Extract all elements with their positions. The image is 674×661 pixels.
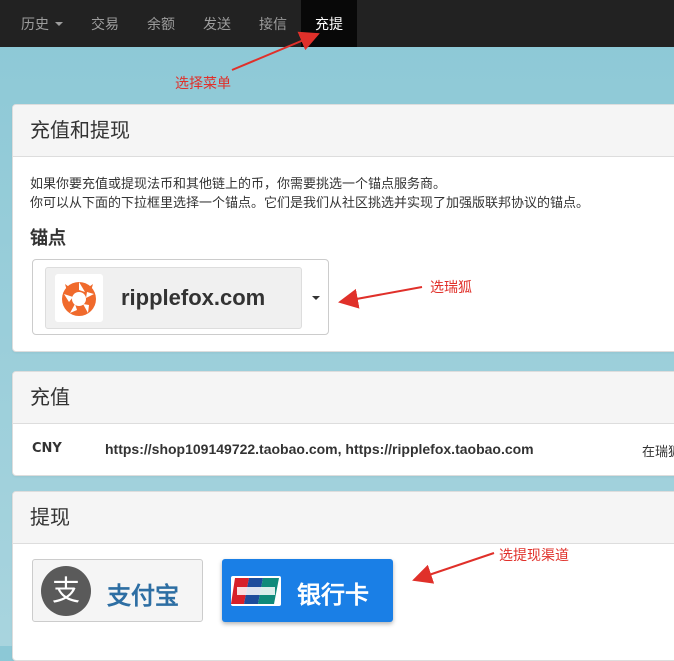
nav-balance-label: 余额 <box>147 16 175 33</box>
deposit-info: 在瑞狐 <box>642 445 674 460</box>
description-line-1: 如果你要充值或提现法币和其他链上的币，你需要挑选一个锚点服务商。 <box>30 177 447 192</box>
anchor-description: 如果你要充值或提现法币和其他链上的币，你需要挑选一个锚点服务商。 你可以从下面的… <box>30 175 589 213</box>
annotation-select-channel: 选提现渠道 <box>499 548 569 564</box>
nav-balance[interactable]: 余额 <box>133 0 189 47</box>
nav-trade[interactable]: 交易 <box>77 0 133 47</box>
nav-deposit-withdraw-label: 充提 <box>315 16 343 33</box>
deposit-title: 充值 <box>13 372 674 424</box>
currency-code: CNY <box>32 441 62 456</box>
nav-send[interactable]: 发送 <box>189 0 245 47</box>
dropdown-caret-icon[interactable] <box>312 296 320 300</box>
anchor-name: ripplefox.com <box>121 285 266 310</box>
caret-down-icon <box>55 21 63 26</box>
nav-trade-label: 交易 <box>91 16 119 33</box>
nav-deposit-withdraw[interactable]: 充提 <box>301 0 357 47</box>
deposit-panel: 充值 CNY https://shop109149722.taobao.com,… <box>12 371 674 476</box>
nav-receive[interactable]: 接信 <box>245 0 301 47</box>
anchor-selected-option[interactable]: ripplefox.com <box>45 267 302 329</box>
nav-history-label: 历史 <box>21 16 49 33</box>
bank-card-button[interactable]: 银行卡 <box>222 559 393 622</box>
deposit-urls[interactable]: https://shop109149722.taobao.com, https:… <box>105 441 534 457</box>
withdraw-panel: 提现 支 支付宝 银行卡 <box>12 491 674 661</box>
alipay-label: 支付宝 <box>107 582 179 610</box>
nav-history-dropdown[interactable]: 历史 <box>0 0 77 47</box>
withdraw-title: 提现 <box>13 492 674 544</box>
top-navbar: 历史 交易 余额 发送 接信 充提 <box>0 0 674 47</box>
ripplefox-logo-icon <box>55 274 103 322</box>
deposit-withdraw-panel: 充值和提现 如果你要充值或提现法币和其他链上的币，你需要挑选一个锚点服务商。 你… <box>12 104 674 352</box>
unionpay-icon <box>231 576 281 606</box>
nav-receive-label: 接信 <box>259 16 287 33</box>
description-line-2: 你可以从下面的下拉框里选择一个锚点。它们是我们从社区挑选并实现了加强版联邦协议的… <box>30 196 590 211</box>
annotation-select-menu: 选择菜单 <box>175 76 231 92</box>
nav-send-label: 发送 <box>203 16 231 33</box>
bank-card-label: 银行卡 <box>297 581 369 609</box>
deposit-withdraw-title: 充值和提现 <box>13 105 674 157</box>
alipay-icon: 支 <box>41 566 91 616</box>
anchor-select-dropdown[interactable]: ripplefox.com <box>32 259 329 335</box>
anchor-label: 锚点 <box>30 228 66 249</box>
annotation-select-fox: 选瑞狐 <box>430 280 472 296</box>
alipay-button[interactable]: 支 支付宝 <box>32 559 203 622</box>
